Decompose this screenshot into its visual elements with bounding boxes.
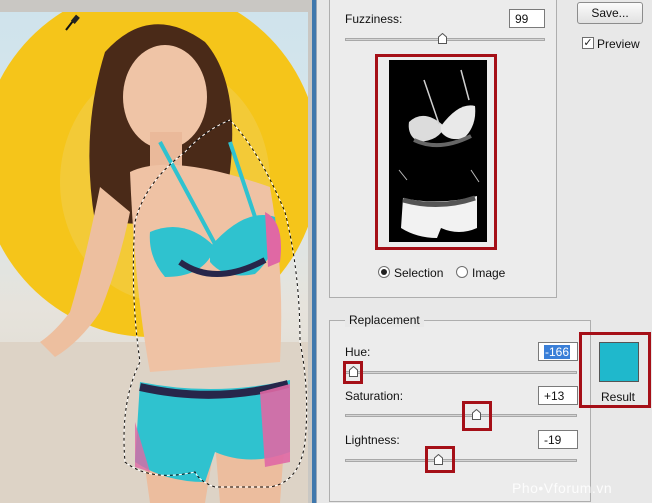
saturation-thumb-highlight-box [462, 401, 492, 431]
saturation-input[interactable]: +13 [538, 386, 578, 405]
hue-input[interactable]: -166 [538, 342, 578, 361]
replacement-legend: Replacement [345, 313, 424, 327]
saturation-label: Saturation: [345, 389, 404, 403]
hue-label: Hue: [345, 345, 371, 359]
selection-radio[interactable] [378, 266, 390, 278]
preview-label: Preview [597, 37, 640, 51]
save-button[interactable]: Save... [577, 2, 643, 24]
replace-color-dialog: Fuzziness: 99 Selection Image Save... ✓ … [316, 0, 652, 503]
result-highlight-box [579, 332, 651, 408]
lightness-slider-track[interactable] [345, 459, 577, 462]
hue-thumb-highlight-box [343, 361, 363, 384]
fuzziness-slider-thumb-icon[interactable] [438, 33, 447, 44]
fuzziness-label: Fuzziness: [345, 12, 403, 26]
lightness-label: Lightness: [345, 433, 400, 447]
hue-value: -166 [544, 345, 571, 359]
saturation-value: +13 [544, 389, 565, 403]
checkmark-icon: ✓ [583, 37, 593, 49]
document-canvas[interactable] [0, 0, 312, 503]
preview-checkbox[interactable]: ✓ [582, 37, 594, 49]
photo [0, 12, 308, 503]
saturation-slider-track[interactable] [345, 414, 577, 417]
eyedropper-icon[interactable] [64, 12, 82, 32]
watermark: Pho•Vforum.vn [512, 480, 613, 496]
fuzziness-input[interactable]: 99 [509, 9, 545, 28]
photo-illustration [0, 12, 308, 503]
selection-radio-label: Selection [394, 266, 444, 280]
hue-slider-track[interactable] [345, 371, 577, 374]
preview-highlight-box [375, 54, 497, 250]
image-radio[interactable] [456, 266, 468, 278]
fuzziness-value: 99 [515, 12, 529, 26]
lightness-input[interactable]: -19 [538, 430, 578, 449]
image-radio-label: Image [472, 266, 506, 280]
lightness-thumb-highlight-box [425, 446, 455, 473]
lightness-value: -19 [544, 433, 562, 447]
